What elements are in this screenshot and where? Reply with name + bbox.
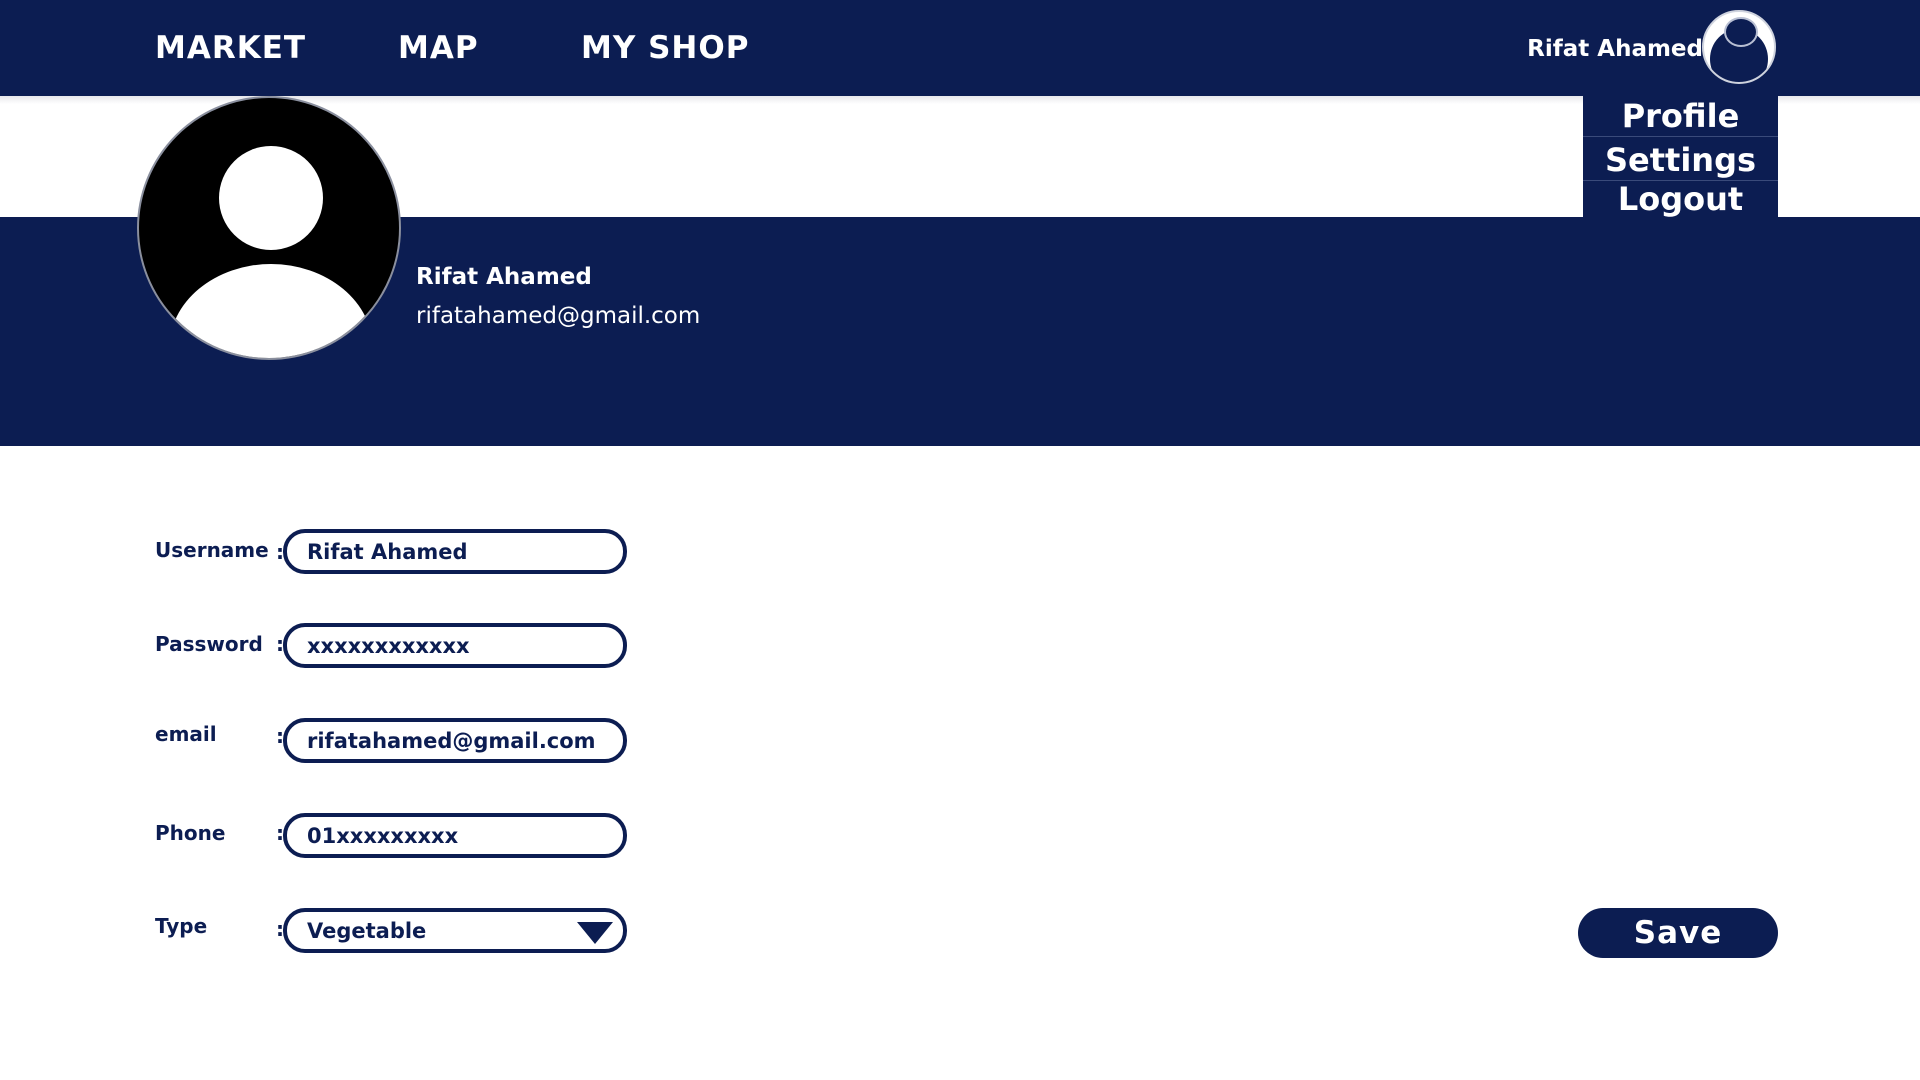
avatar-head-shape	[1724, 17, 1758, 47]
menu-item-settings[interactable]: Settings	[1583, 140, 1778, 180]
menu-item-profile[interactable]: Profile	[1583, 96, 1778, 136]
password-input[interactable]	[283, 623, 627, 668]
menu-item-logout[interactable]: Logout	[1583, 179, 1778, 219]
top-navbar: MARKET MAP MY SHOP Rifat Ahamed	[0, 0, 1920, 96]
password-label: Password	[155, 632, 263, 656]
save-button[interactable]: Save	[1578, 908, 1778, 958]
type-select-value: Vegetable	[307, 919, 427, 943]
nav-link-map[interactable]: MAP	[398, 29, 479, 67]
nav-user-name[interactable]: Rifat Ahamed	[1527, 35, 1703, 63]
phone-label: Phone	[155, 821, 226, 845]
menu-divider	[1583, 136, 1778, 137]
type-select[interactable]: Vegetable	[283, 908, 627, 953]
email-input[interactable]	[283, 718, 627, 763]
username-label: Username	[155, 538, 269, 562]
nav-link-market[interactable]: MARKET	[155, 29, 306, 67]
nav-link-my-shop[interactable]: MY SHOP	[581, 29, 749, 67]
username-input[interactable]	[283, 529, 627, 574]
profile-email: rifatahamed@gmail.com	[416, 303, 701, 329]
email-label: email	[155, 722, 217, 746]
profile-name: Rifat Ahamed	[416, 264, 592, 290]
type-label: Type	[155, 914, 208, 938]
profile-avatar-icon	[137, 96, 401, 360]
phone-input[interactable]	[283, 813, 627, 858]
avatar-body-shape	[169, 264, 373, 358]
chevron-down-icon[interactable]	[577, 922, 613, 944]
user-avatar-icon[interactable]	[1702, 10, 1776, 84]
user-dropdown-menu: Profile Settings Logout	[1583, 96, 1778, 218]
avatar-head-shape	[219, 146, 323, 250]
